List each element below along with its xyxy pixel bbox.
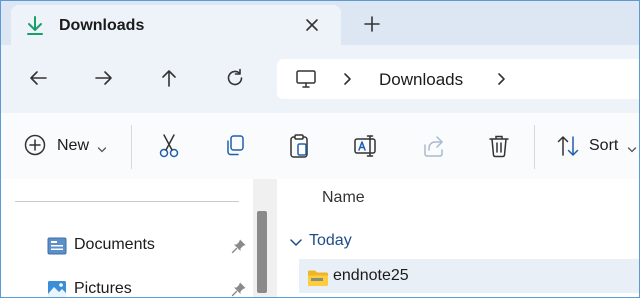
address-bar[interactable]: Downloads xyxy=(277,59,639,99)
tab-downloads[interactable]: Downloads xyxy=(11,5,341,45)
pin-icon[interactable] xyxy=(231,238,247,254)
close-tab-icon[interactable] xyxy=(303,16,321,34)
column-header-name[interactable]: Name xyxy=(322,189,365,207)
sort-icon[interactable] xyxy=(556,133,582,159)
table-row[interactable]: endnote25 xyxy=(299,259,639,293)
breadcrumb-downloads[interactable]: Downloads xyxy=(379,70,463,90)
new-tab-button[interactable] xyxy=(363,15,381,33)
forward-button[interactable] xyxy=(93,67,115,89)
chevron-right-icon[interactable] xyxy=(495,71,507,91)
pin-icon[interactable] xyxy=(231,281,247,297)
rename-button[interactable] xyxy=(353,133,379,159)
toolbar-separator xyxy=(534,125,535,169)
documents-folder-icon xyxy=(47,237,67,255)
new-button-label[interactable]: New xyxy=(57,137,89,155)
this-pc-icon[interactable] xyxy=(295,69,317,94)
pictures-folder-icon xyxy=(47,280,67,297)
folder-icon xyxy=(307,269,329,292)
chevron-right-icon[interactable] xyxy=(341,71,353,91)
tab-strip: Downloads xyxy=(1,1,639,45)
tab-title: Downloads xyxy=(59,17,145,34)
chevron-down-icon[interactable] xyxy=(289,235,303,253)
navigation-bar: Downloads xyxy=(1,45,639,113)
command-bar: New Sort xyxy=(1,113,639,180)
back-button[interactable] xyxy=(27,67,49,89)
file-name[interactable]: endnote25 xyxy=(333,267,409,285)
nav-divider xyxy=(15,201,239,202)
delete-button[interactable] xyxy=(487,133,511,159)
navigation-pane: Documents Pictures xyxy=(1,179,277,297)
sidebar-item-documents[interactable]: Documents xyxy=(74,236,155,254)
file-list: Name Today endnote25 xyxy=(277,179,639,297)
new-button[interactable] xyxy=(23,133,47,159)
chevron-down-icon[interactable] xyxy=(97,141,107,167)
download-icon xyxy=(25,15,45,42)
cut-button[interactable] xyxy=(157,133,181,159)
sort-button-label[interactable]: Sort xyxy=(589,137,618,155)
share-button[interactable] xyxy=(421,133,447,159)
sidebar-item-pictures[interactable]: Pictures xyxy=(74,280,132,297)
file-explorer-window: Downloads Downloads New Sort Documents P… xyxy=(0,0,640,298)
group-header-today[interactable]: Today xyxy=(309,232,352,250)
chevron-down-icon[interactable] xyxy=(627,141,637,167)
copy-button[interactable] xyxy=(223,133,247,159)
refresh-button[interactable] xyxy=(224,67,246,89)
nav-scrollbar-thumb[interactable] xyxy=(257,211,267,293)
up-button[interactable] xyxy=(158,67,180,89)
toolbar-separator xyxy=(131,125,132,169)
paste-button[interactable] xyxy=(288,133,312,159)
